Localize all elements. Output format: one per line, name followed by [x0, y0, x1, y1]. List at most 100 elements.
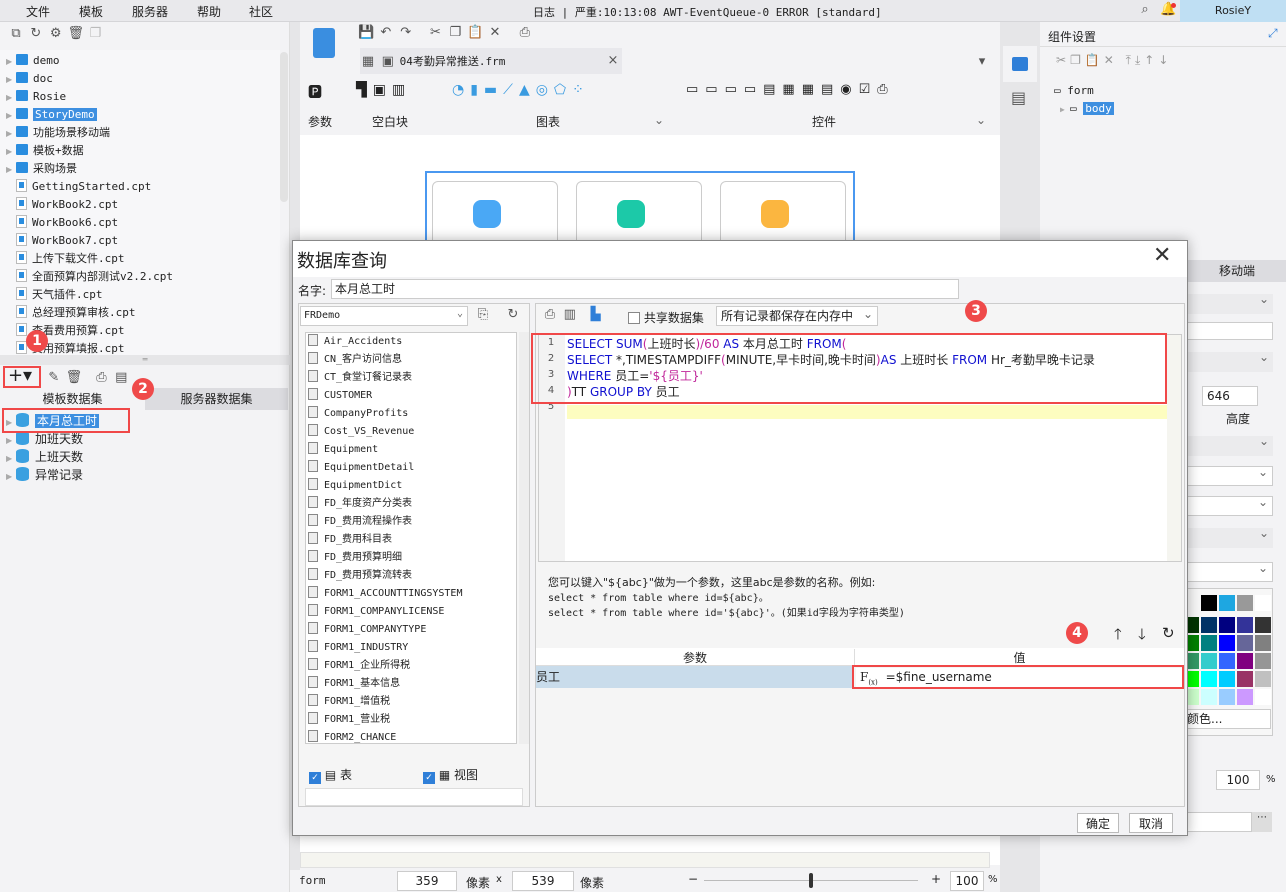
tree-folder[interactable]: ▶ 模板+数据 — [6, 142, 84, 160]
table-item[interactable]: CN_客户访问信息 — [306, 351, 516, 369]
move-bottom-icon[interactable]: ⤓ — [1135, 53, 1144, 67]
tree-file[interactable]: 天气插件.cpt — [6, 286, 103, 304]
new-folder-icon[interactable]: ⧉ — [8, 26, 24, 42]
color-swatch[interactable] — [1255, 617, 1271, 633]
show-views-checkbox[interactable]: ✓ ▦ 视图 — [423, 766, 478, 784]
color-swatch[interactable] — [1255, 653, 1271, 669]
color-swatch[interactable] — [1201, 595, 1217, 611]
tree-form[interactable]: ▭ form — [1054, 84, 1094, 97]
tab-menu-icon[interactable]: ▾ — [974, 54, 990, 70]
widget-expand-icon[interactable]: ⌄ — [976, 113, 986, 127]
table-list-scrollbar[interactable] — [519, 332, 529, 744]
paste-icon[interactable]: 📋 — [467, 25, 483, 41]
table-item[interactable]: FORM1_企业所得税 — [306, 657, 516, 675]
settings-icon[interactable]: ⚙ — [48, 26, 64, 42]
ok-button[interactable]: 确定 — [1077, 813, 1119, 833]
save-icon[interactable]: 💾 — [358, 25, 374, 41]
color-swatch[interactable] — [1219, 635, 1235, 651]
splitter[interactable]: ═ — [0, 355, 290, 365]
log-status[interactable]: 日志 | 严重:10:13:08 AWT-EventQueue-0 ERROR … — [533, 4, 882, 20]
color-swatch[interactable] — [1219, 595, 1235, 611]
section-collapse-3[interactable] — [1180, 434, 1273, 456]
close-tab-icon[interactable]: × — [605, 53, 621, 69]
refresh-params-icon[interactable]: ↻ — [1162, 624, 1175, 642]
table-item[interactable]: CT_食堂订餐记录表 — [306, 369, 516, 387]
share-dataset-checkbox[interactable]: 共享数据集 — [628, 309, 704, 326]
expand-icon[interactable]: ▶ — [6, 107, 16, 125]
color-swatch[interactable] — [1237, 595, 1253, 611]
zoom-in-icon[interactable]: + — [931, 872, 941, 886]
tree-folder[interactable]: ▶ doc — [6, 70, 53, 88]
color-swatch[interactable] — [1237, 617, 1253, 633]
table-item[interactable]: Cost_VS_Revenue — [306, 423, 516, 441]
tree-file[interactable]: 上传下载文件.cpt — [6, 250, 125, 268]
color-dropdown[interactable] — [1180, 561, 1273, 582]
user-name[interactable]: RosieY — [1180, 0, 1286, 22]
clear-icon[interactable]: ✕ — [487, 25, 503, 41]
tree-file[interactable]: WorkBook2.cpt — [6, 196, 118, 214]
chart-expand-icon[interactable]: ⌄ — [654, 113, 664, 127]
copy-icon[interactable]: ❐ — [87, 26, 103, 42]
tree-folder[interactable]: ▶ Rosie — [6, 88, 66, 106]
delete-icon[interactable]: ✕ — [1104, 53, 1118, 67]
table-item[interactable]: FD_费用科目表 — [306, 531, 516, 549]
table-item[interactable]: FD_年度资产分类表 — [306, 495, 516, 513]
color-swatch[interactable] — [1237, 671, 1253, 687]
color-swatch[interactable] — [1201, 689, 1217, 705]
widget-icons[interactable]: ▭▭▭▭▤▦▦▤◉☑⎙ — [686, 82, 895, 97]
menu-server[interactable]: 服务器 — [132, 3, 168, 20]
dropdown-1[interactable] — [1180, 465, 1273, 486]
tree-file[interactable]: 总经理预算审核.cpt — [6, 304, 136, 322]
opacity-input[interactable]: 100 — [1216, 770, 1260, 790]
table-item[interactable]: CUSTOMER — [306, 387, 516, 405]
preview-icon[interactable]: ⎙ — [517, 25, 533, 41]
show-tables-checkbox[interactable]: ✓ ▤ 表 — [309, 766, 352, 784]
preview-icon[interactable]: ⎙ — [542, 307, 558, 323]
table-item[interactable]: FD_费用流程操作表 — [306, 513, 516, 531]
expand-icon[interactable]: ▶ — [6, 143, 16, 161]
table-item[interactable]: FORM2_CHANCE — [306, 729, 516, 743]
table-item[interactable]: FD_费用预算明细 — [306, 549, 516, 567]
dataset-item[interactable]: ▶ 异常记录 — [6, 466, 83, 484]
tree-scrollbar[interactable] — [280, 52, 288, 202]
undo-icon[interactable]: ↶ — [378, 25, 394, 41]
widget-settings-toggle[interactable] — [1003, 46, 1037, 82]
move-up-icon[interactable]: 🡑 — [1114, 624, 1122, 649]
edit-icon[interactable]: ✎ — [46, 370, 62, 386]
table-item[interactable]: Equipment — [306, 441, 516, 459]
server-dataset-icon[interactable]: ▤ — [113, 370, 129, 386]
delete-icon[interactable]: 🗑 — [67, 26, 84, 42]
param-refresh-icon[interactable]: ▙ — [588, 307, 604, 323]
dropdown-2[interactable] — [1180, 495, 1273, 516]
tree-file[interactable]: WorkBook6.cpt — [6, 214, 118, 232]
table-item[interactable]: FD_费用预算流转表 — [306, 567, 516, 585]
search-icon[interactable]: ⌕ — [1137, 2, 1153, 18]
color-swatch[interactable] — [1255, 635, 1271, 651]
name-field[interactable] — [1180, 322, 1273, 340]
tree-file[interactable]: 查看费用预算.cpt — [6, 322, 125, 340]
sql-icon[interactable]: ▥ — [562, 307, 578, 323]
tree-folder[interactable]: ▶ StoryDemo — [6, 106, 97, 124]
menu-help[interactable]: 帮助 — [197, 3, 221, 20]
paste-icon[interactable]: 📋 — [1085, 53, 1104, 67]
checkbox-unchecked[interactable] — [628, 312, 640, 324]
table-item[interactable]: Air_Accidents — [306, 333, 516, 351]
checkbox-checked[interactable]: ✓ — [423, 772, 435, 784]
expand-icon[interactable]: ▶ — [6, 53, 16, 71]
zoom-slider-thumb[interactable] — [809, 873, 813, 888]
table-item[interactable]: EquipmentDict — [306, 477, 516, 495]
table-item[interactable]: FORM1_基本信息 — [306, 675, 516, 693]
ellipsis-button[interactable]: ⋯ — [1252, 812, 1272, 832]
design-mode-icon[interactable] — [313, 28, 335, 58]
expand-icon[interactable]: ⤢ — [1268, 26, 1278, 41]
layout-icon[interactable]: ▤ — [1011, 88, 1026, 107]
color-swatch[interactable] — [1237, 635, 1253, 651]
color-swatch[interactable] — [1255, 671, 1271, 687]
chart-icons[interactable]: ◔▮▬⟋▲◎⬠⁘ — [452, 82, 590, 98]
tree-file[interactable]: GettingStarted.cpt — [6, 178, 151, 196]
blank-block-icons[interactable]: ▜▣▥ — [356, 82, 411, 98]
section-collapse-2[interactable] — [1180, 350, 1273, 372]
table-item[interactable]: FORM1_ACCOUNTTINGSYSTEM — [306, 585, 516, 603]
filter-icon[interactable]: ⎘ — [475, 307, 491, 323]
color-swatch[interactable] — [1219, 653, 1235, 669]
